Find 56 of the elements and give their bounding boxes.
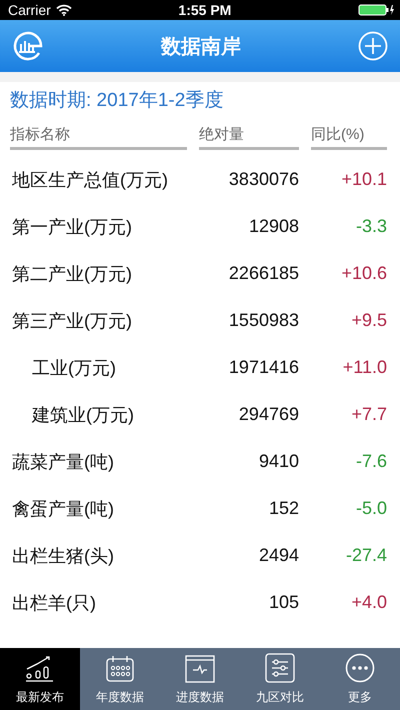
tab-label: 进度数据 xyxy=(176,689,224,706)
absolute-value: 9410 xyxy=(258,451,299,472)
yoy-change: -5.0 xyxy=(354,498,387,519)
absolute-value: 1550983 xyxy=(228,310,299,331)
more-icon xyxy=(345,653,375,683)
indicator-name: 工业(万元) xyxy=(31,356,117,380)
absolute-value: 152 xyxy=(268,498,299,519)
indicator-name: 第二产业(万元) xyxy=(11,262,133,286)
yoy-change: +10.1 xyxy=(340,169,387,190)
indicator-name: 地区生产总值(万元) xyxy=(11,168,169,192)
tab-label: 更多 xyxy=(348,689,372,706)
battery-icon xyxy=(358,4,396,16)
tab[interactable]: 进度数据 xyxy=(160,648,240,710)
absolute-value: 2494 xyxy=(258,545,299,566)
yoy-change: +7.7 xyxy=(350,404,387,425)
tab[interactable]: 九区对比 xyxy=(240,648,320,710)
column-header: 指标名称 xyxy=(10,125,187,150)
pulse-window-icon xyxy=(185,655,215,683)
wifi-icon xyxy=(56,4,72,16)
screen-title: 数据南岸 xyxy=(161,34,241,60)
trend-chart-icon xyxy=(25,655,55,683)
yoy-change: +10.6 xyxy=(340,263,387,284)
yoy-change: +4.0 xyxy=(350,592,387,613)
data-period: 数据时期: 2017年1-2季度 xyxy=(10,89,224,113)
absolute-value: 294769 xyxy=(238,404,299,425)
tab[interactable]: 更多 xyxy=(320,648,400,710)
sliders-icon xyxy=(265,653,295,683)
yoy-change: +11.0 xyxy=(342,357,387,378)
yoy-change: -27.4 xyxy=(344,545,387,566)
tab-label: 年度数据 xyxy=(96,689,144,706)
absolute-value: 1971416 xyxy=(228,357,299,378)
column-header: 绝对量 xyxy=(199,125,299,150)
indicator-name: 禽蛋产量(吨) xyxy=(11,498,115,520)
tab[interactable]: 年度数据 xyxy=(80,648,160,710)
absolute-value: 12908 xyxy=(248,216,299,237)
indicator-name: 蔬菜产量(吨) xyxy=(11,450,115,474)
column-header: 同比(%) xyxy=(311,125,387,150)
indicator-name: 出栏生猪(头) xyxy=(11,544,115,568)
clock-time: 1:55 PM xyxy=(177,2,232,18)
absolute-value: 105 xyxy=(268,592,299,613)
yoy-change: -7.6 xyxy=(354,451,387,472)
absolute-value: 2266185 xyxy=(228,263,299,284)
add-icon[interactable] xyxy=(358,31,388,61)
tab-label: 九区对比 xyxy=(256,689,304,706)
indicator-name: 建筑业(万元) xyxy=(30,404,135,426)
tab[interactable]: 最新发布 xyxy=(0,648,80,710)
yoy-change: +9.5 xyxy=(350,310,387,331)
calendar-icon xyxy=(105,655,135,683)
indicator-name: 第一产业(万元) xyxy=(11,216,133,238)
chart-logo-icon[interactable] xyxy=(12,30,44,62)
indicator-name: 出栏羊(只) xyxy=(11,592,97,614)
carrier-name: Carrier xyxy=(8,2,51,18)
absolute-value: 3830076 xyxy=(228,169,299,190)
tab-label: 最新发布 xyxy=(16,689,64,706)
yoy-change: -3.3 xyxy=(354,216,387,237)
indicator-name: 第三产业(万元) xyxy=(11,310,133,332)
